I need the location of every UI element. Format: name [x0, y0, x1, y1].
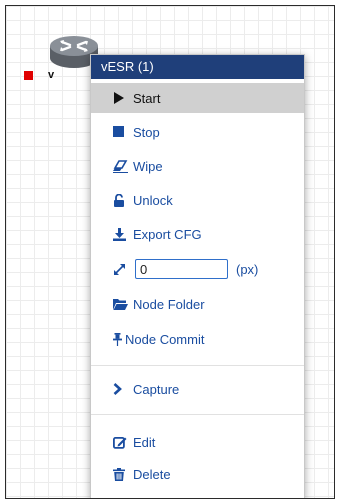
node-commit-menu-item[interactable]: Node Commit [91, 324, 304, 354]
play-icon [113, 91, 129, 105]
trash-icon [113, 467, 129, 481]
capture-menu-item[interactable]: Capture [91, 374, 304, 404]
size-unit-label: (px) [236, 261, 259, 277]
stop-label: Stop [133, 124, 160, 140]
stop-menu-item[interactable]: Stop [91, 117, 304, 147]
wipe-menu-item[interactable]: Wipe [91, 151, 304, 181]
topology-canvas[interactable]: v vESR (1) Start Stop Wipe Unlock Export… [5, 5, 335, 499]
menu-divider [91, 365, 304, 366]
edit-icon [113, 435, 129, 449]
resize-icon [113, 262, 129, 276]
node-folder-label: Node Folder [133, 296, 205, 312]
capture-label: Capture [133, 381, 180, 397]
download-icon [113, 227, 129, 241]
start-menu-item[interactable]: Start [91, 83, 304, 113]
node-commit-label: Node Commit [125, 331, 205, 347]
node-context-menu: vESR (1) Start Stop Wipe Unlock Export C… [90, 54, 305, 498]
delete-label: Delete [133, 466, 171, 482]
delete-menu-item[interactable]: Delete [91, 459, 304, 489]
eraser-icon [113, 159, 129, 173]
edit-menu-item[interactable]: Edit [91, 427, 304, 457]
export-cfg-menu-item[interactable]: Export CFG [91, 219, 304, 249]
chevron-right-icon [113, 382, 129, 396]
unlock-label: Unlock [133, 192, 173, 208]
menu-divider [91, 414, 304, 415]
folder-icon [113, 297, 129, 311]
unlock-icon [113, 193, 129, 207]
node-folder-menu-item[interactable]: Node Folder [91, 289, 304, 319]
pin-icon [113, 332, 123, 346]
export-cfg-label: Export CFG [133, 226, 202, 242]
node-status-indicator [24, 71, 33, 80]
node-size-input[interactable] [135, 259, 228, 279]
resize-menu-item: (px) [91, 254, 304, 284]
node-label: v [48, 69, 55, 81]
wipe-label: Wipe [133, 158, 163, 174]
stop-icon [113, 125, 129, 139]
context-menu-title: vESR (1) [91, 55, 304, 79]
edit-label: Edit [133, 434, 156, 450]
unlock-menu-item[interactable]: Unlock [91, 185, 304, 215]
start-label: Start [133, 90, 161, 106]
